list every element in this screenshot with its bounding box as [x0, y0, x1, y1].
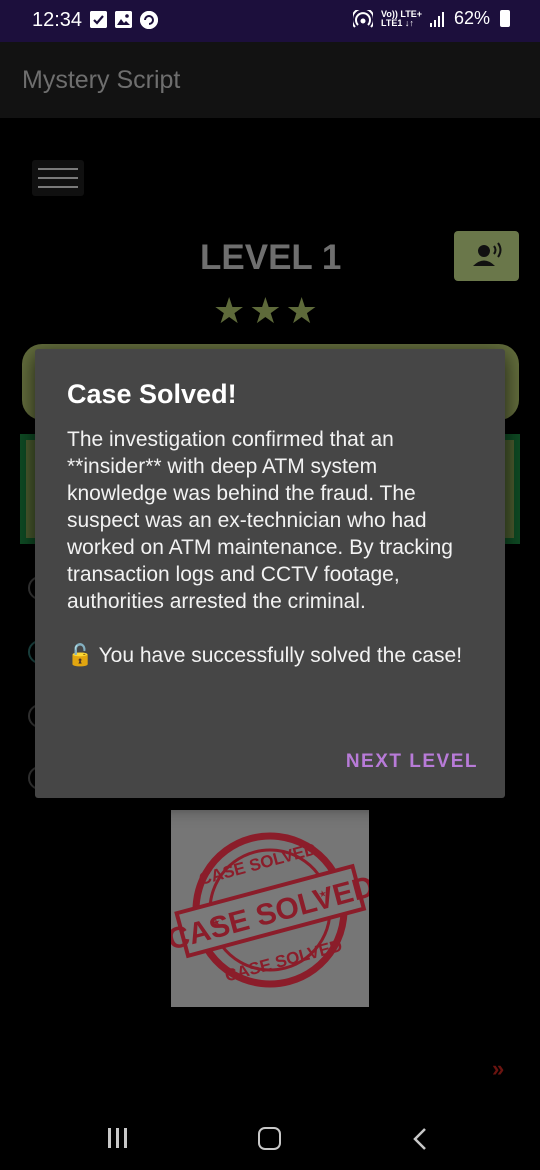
navigation-bar	[0, 1108, 540, 1170]
battery-icon	[500, 10, 510, 27]
menu-button[interactable]	[32, 160, 84, 196]
recent-apps-button[interactable]	[108, 1128, 127, 1148]
home-button[interactable]	[258, 1127, 281, 1150]
battery-percent: 62%	[453, 8, 490, 28]
recent-apps-icon-bar	[116, 1128, 119, 1148]
menu-icon-line	[38, 186, 78, 188]
app-title: Mystery Script	[22, 66, 181, 94]
app-bar: Mystery Script	[0, 42, 540, 118]
case-solved-dialog: Case Solved! The investigation confirmed…	[35, 349, 505, 798]
status-bar: 12:34 Vo)) LTE+ LTE1 ↓↑ 62%	[0, 0, 540, 42]
audio-hint-button[interactable]	[454, 231, 519, 281]
notification-icons	[90, 11, 158, 29]
signal-icon	[429, 11, 444, 27]
recent-apps-icon-bar	[108, 1128, 111, 1148]
system-status-icons: Vo)) LTE+ LTE1 ↓↑ 62%	[353, 8, 510, 29]
back-chevron-icon	[413, 1128, 426, 1150]
level-title: LEVEL 1	[200, 238, 342, 277]
level-stars: ★★★	[213, 290, 322, 331]
menu-icon-line	[38, 168, 78, 170]
status-time: 12:34	[32, 9, 83, 31]
speaker-person-icon	[473, 242, 502, 266]
next-level-button[interactable]: NEXT LEVEL	[346, 751, 478, 773]
back-button[interactable]	[412, 1127, 428, 1156]
recent-apps-icon-bar	[124, 1128, 127, 1148]
case-solved-stamp-image: CASE SOLVED CASE SOLVED CASE SOLVED ★ ★	[171, 810, 369, 1007]
hotspot-icon	[353, 9, 374, 28]
checkbox-notification-icon	[90, 11, 107, 28]
dialog-title: Case Solved!	[67, 379, 237, 409]
network-type: Vo)) LTE+ LTE1 ↓↑	[381, 9, 422, 28]
next-arrows-icon[interactable]: »	[492, 1056, 504, 1082]
network-bottom: LTE1 ↓↑	[381, 17, 414, 28]
dialog-message: The investigation confirmed that an **in…	[67, 428, 463, 667]
gallery-notification-icon	[115, 11, 132, 28]
sync-notification-icon	[140, 11, 158, 29]
menu-icon-line	[38, 177, 78, 179]
